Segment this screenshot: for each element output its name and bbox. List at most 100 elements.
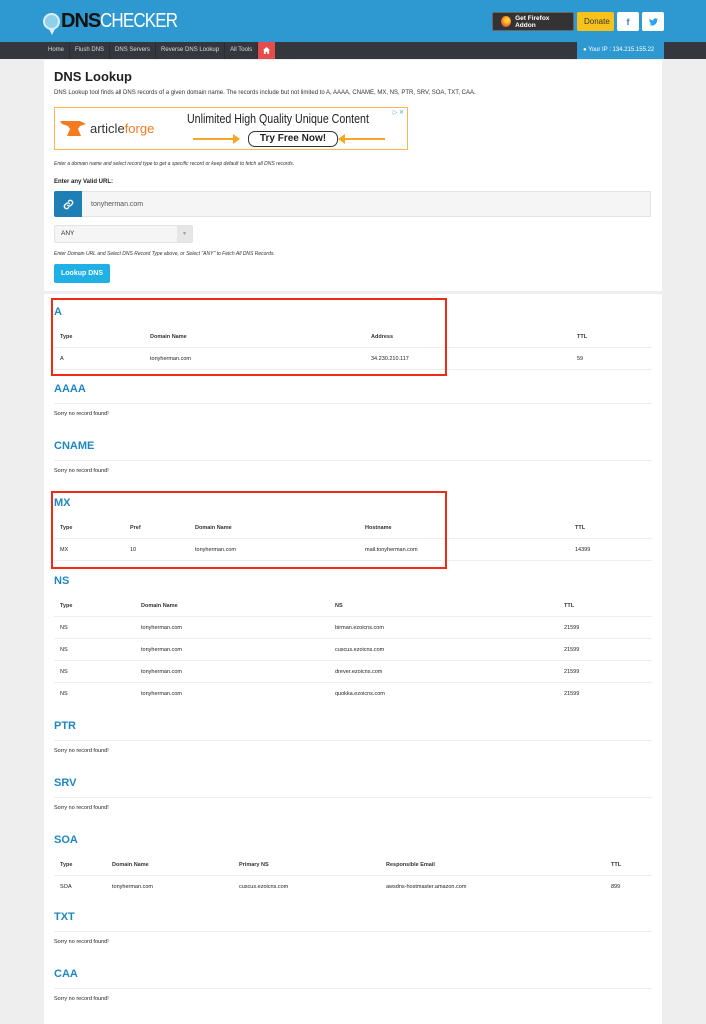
col-type: Type	[60, 862, 73, 868]
cell-type: NS	[60, 647, 68, 653]
twitter-icon	[648, 17, 658, 26]
select-hint: Enter Domain URL and Select DNS Record T…	[54, 251, 275, 257]
location-pin-icon: ●	[583, 47, 587, 53]
logo-checker-text: CHECKER	[100, 9, 178, 32]
table-row: NS tonyherman.com drever.ezoicns.com 215…	[54, 661, 652, 683]
home-icon-button[interactable]	[258, 42, 276, 59]
section-ns: NS Type Domain Name NS TTL NS tonyherman…	[54, 575, 652, 705]
results-panel: A Type Domain Name Address TTL A tonyher…	[44, 294, 662, 1024]
table-row: NS tonyherman.com birman.ezoicns.com 215…	[54, 617, 652, 639]
section-caa: CAA Sorry no record found!	[54, 968, 652, 1002]
cell-ttl: 21599	[564, 647, 580, 653]
cell-ttl: 21599	[564, 625, 580, 631]
no-record-message: Sorry no record found!	[54, 748, 109, 754]
section-title: SOA	[54, 834, 78, 846]
col-primary-ns: Primary NS	[239, 862, 269, 868]
twitter-button[interactable]	[642, 12, 664, 31]
cell-type: SOA	[60, 884, 72, 890]
chevron-down-icon: ▼	[177, 226, 192, 242]
link-icon	[54, 191, 82, 217]
record-type-select[interactable]: ANY ▼	[54, 225, 193, 243]
adchoices-icon[interactable]: ▷ ✕	[393, 109, 404, 116]
advertisement-banner[interactable]: articleforge Unlimited High Quality Uniq…	[54, 107, 408, 150]
section-aaaa: AAAA Sorry no record found!	[54, 383, 652, 417]
donate-button[interactable]: Donate	[577, 12, 614, 31]
section-soa: SOA Type Domain Name Primary NS Responsi…	[54, 834, 652, 898]
section-title: PTR	[54, 720, 76, 732]
cell-primary-ns: cuscus.ezoicns.com	[239, 884, 289, 890]
highlight-box-mx	[51, 491, 447, 569]
nav-reverse-dns-lookup[interactable]: Reverse DNS Lookup	[156, 42, 226, 59]
cell-ns: birman.ezoicns.com	[335, 625, 384, 631]
cell-ns: cuscus.ezoicns.com	[335, 647, 385, 653]
section-title: NS	[54, 575, 70, 587]
cell-ns: quokka.ezoicns.com	[335, 691, 385, 697]
cell-ttl: 899	[611, 884, 621, 890]
cell-responsible-email: awsdns-hostmaster.amazon.com	[386, 884, 467, 890]
anvil-icon	[60, 121, 86, 136]
page-description: DNS Lookup tool finds all DNS records of…	[54, 90, 476, 96]
table-row: SOA tonyherman.com cuscus.ezoicns.com aw…	[54, 876, 652, 898]
col-ns: NS	[335, 603, 343, 609]
cell-ttl: 21599	[564, 669, 580, 675]
col-ttl: TTL	[611, 862, 622, 868]
cell-ttl: 21599	[564, 691, 580, 697]
nav-all-tools[interactable]: All Tools	[225, 42, 259, 59]
domain-url-input[interactable]	[82, 191, 651, 217]
cell-ttl: 14399	[575, 547, 591, 553]
no-record-message: Sorry no record found!	[54, 996, 109, 1002]
facebook-icon: f	[626, 16, 630, 27]
section-title: TXT	[54, 911, 75, 923]
lookup-form-panel: DNS Lookup DNS Lookup tool finds all DNS…	[44, 60, 662, 291]
url-input-group	[54, 191, 651, 217]
form-hint: Enter a domain name and select record ty…	[54, 161, 295, 167]
col-domain-name: Domain Name	[112, 862, 149, 868]
cell-type: NS	[60, 691, 68, 697]
col-type: Type	[60, 603, 73, 609]
ad-headline: Unlimited High Quality Unique Content	[187, 112, 369, 126]
col-ttl: TTL	[577, 334, 588, 340]
nav-dns-servers[interactable]: DNS Servers	[110, 42, 157, 59]
table-row: NS tonyherman.com quokka.ezoicns.com 215…	[54, 683, 652, 705]
main-nav: Home Flush DNS DNS Servers Reverse DNS L…	[0, 42, 706, 59]
firefox-addon-label: Get Firefox Addon	[515, 14, 550, 29]
cell-domain: tonyherman.com	[112, 884, 153, 890]
cell-domain: tonyherman.com	[141, 625, 182, 631]
ad-brand: articleforge	[90, 121, 155, 136]
section-ptr: PTR Sorry no record found!	[54, 720, 652, 754]
your-ip-text: Your IP : 134.215.155.22	[588, 47, 655, 53]
no-record-message: Sorry no record found!	[54, 468, 109, 474]
lookup-dns-button[interactable]: Lookup DNS	[54, 264, 110, 283]
soa-records-table: Type Domain Name Primary NS Responsible …	[54, 854, 652, 898]
col-ttl: TTL	[564, 603, 575, 609]
page-title: DNS Lookup	[54, 69, 132, 84]
nav-flush-dns[interactable]: Flush DNS	[70, 42, 111, 59]
arrow-left-icon	[338, 134, 385, 144]
ad-cta-button[interactable]: Try Free Now!	[248, 131, 338, 147]
section-title: CNAME	[54, 440, 95, 452]
no-record-message: Sorry no record found!	[54, 411, 109, 417]
section-cname: CNAME Sorry no record found!	[54, 440, 652, 474]
logo-dns-text: DNS	[61, 9, 101, 32]
cell-domain: tonyherman.com	[141, 647, 182, 653]
table-header-row: Type Domain Name NS TTL	[54, 595, 652, 617]
site-logo[interactable]: DNS CHECKER	[43, 9, 191, 35]
section-title: AAAA	[54, 383, 86, 395]
table-row: NS tonyherman.com cuscus.ezoicns.com 215…	[54, 639, 652, 661]
cell-type: NS	[60, 669, 68, 675]
no-record-message: Sorry no record found!	[54, 939, 109, 945]
cell-domain: tonyherman.com	[141, 691, 182, 697]
table-header-row: Type Domain Name Primary NS Responsible …	[54, 854, 652, 876]
section-srv: SRV Sorry no record found!	[54, 777, 652, 811]
record-type-value: ANY	[61, 230, 75, 237]
col-ttl: TTL	[575, 525, 586, 531]
ns-records-table: Type Domain Name NS TTL NS tonyherman.co…	[54, 595, 652, 705]
firefox-addon-button[interactable]: Get Firefox Addon	[492, 12, 574, 31]
section-title: SRV	[54, 777, 77, 789]
facebook-button[interactable]: f	[617, 12, 639, 31]
cell-type: NS	[60, 625, 68, 631]
highlight-box-a	[51, 298, 447, 376]
arrow-right-icon	[193, 134, 240, 144]
col-responsible-email: Responsible Email	[386, 862, 435, 868]
nav-home[interactable]: Home	[43, 42, 71, 59]
